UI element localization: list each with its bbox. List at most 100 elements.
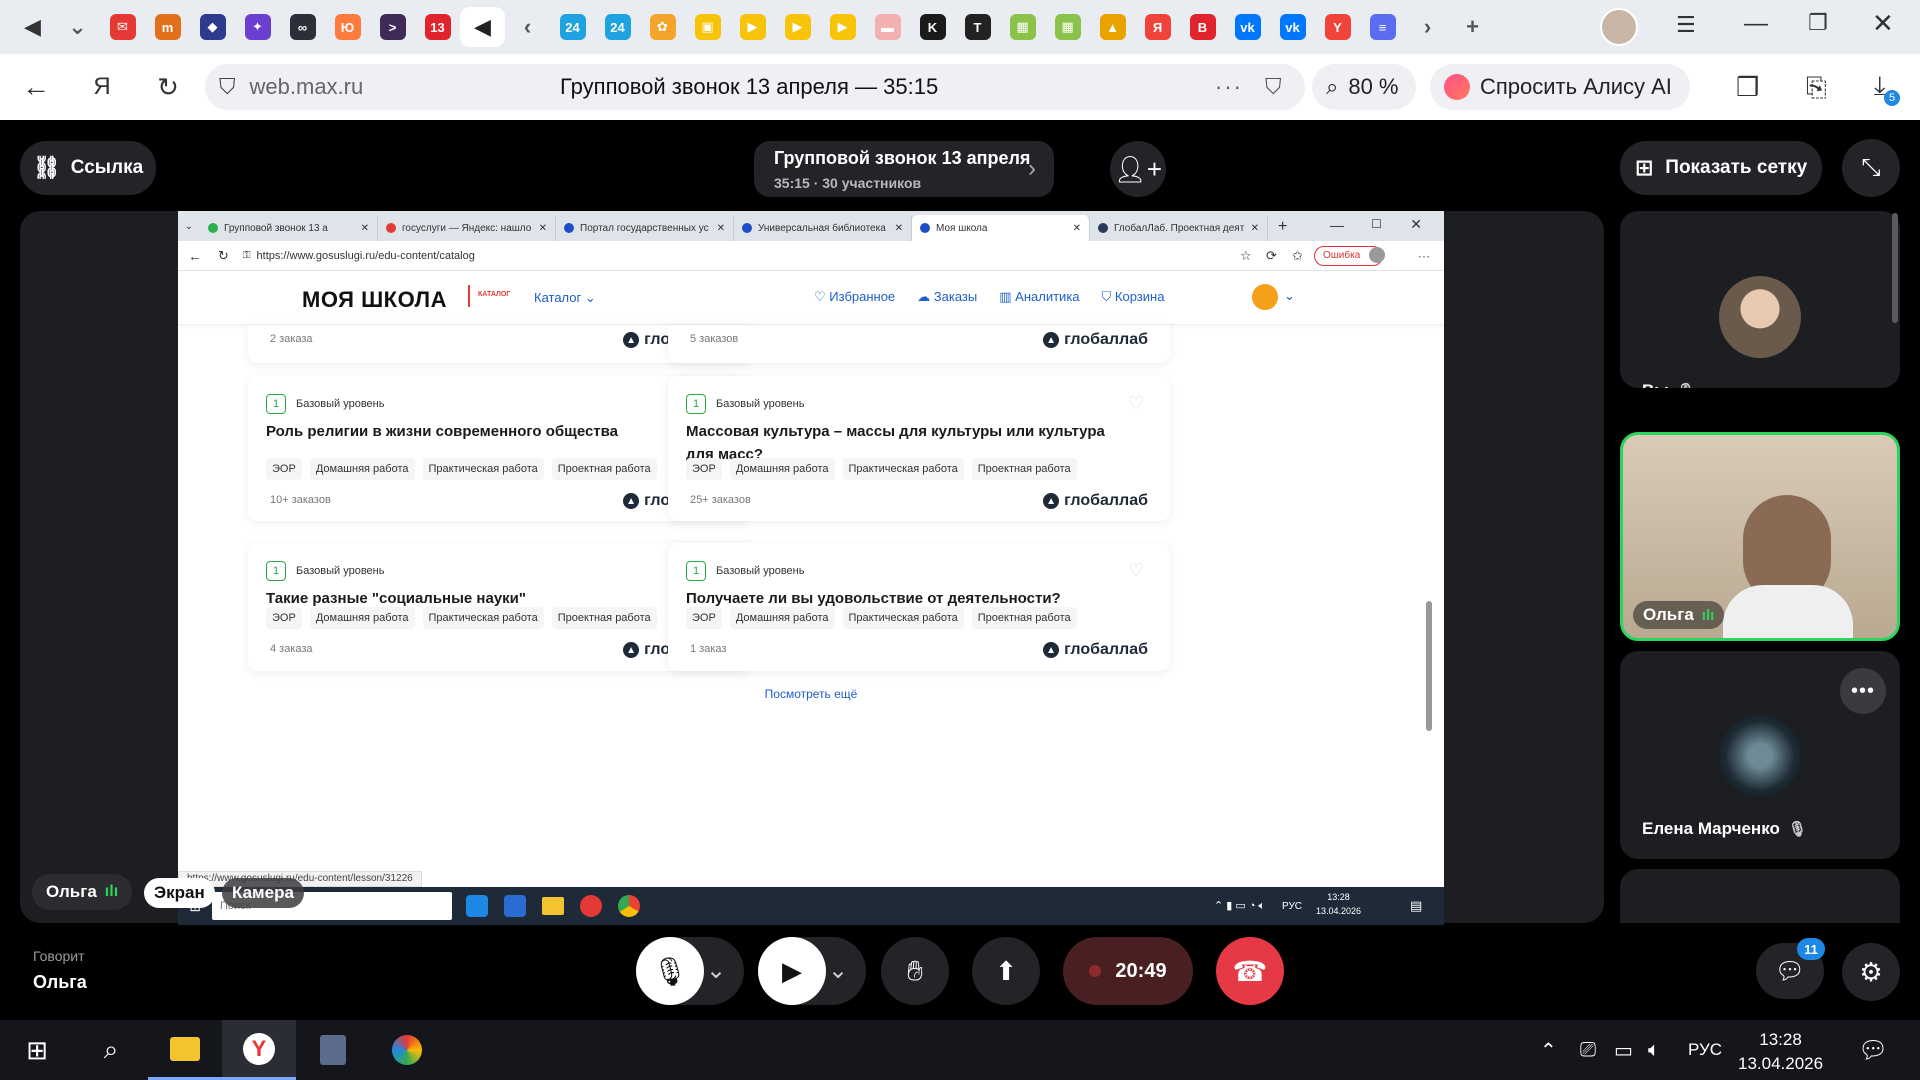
card-tag: Домашняя работа (309, 458, 415, 480)
windows-start-icon[interactable]: ⊞ (0, 1020, 74, 1080)
network-icon[interactable]: ▭ (1614, 1038, 1633, 1063)
browser-tab[interactable]: ∞ (280, 7, 325, 47)
browser-tab[interactable]: ⌄ (55, 7, 100, 47)
browser-tab[interactable]: ▦ (1000, 7, 1045, 47)
browser-tab[interactable]: ✿ (640, 7, 685, 47)
zoom-button[interactable]: ⌕ 80 % (1312, 64, 1416, 110)
recording-button[interactable]: 20:49 (1063, 937, 1193, 1005)
browser-tab[interactable]: 24 (550, 7, 595, 47)
browser-tab[interactable]: vk (1270, 7, 1315, 47)
more-options-icon[interactable]: ••• (1840, 668, 1886, 714)
browser-tab[interactable]: ▦ (1045, 7, 1090, 47)
screen-toggle[interactable]: Экран (144, 878, 215, 908)
camera-toggle[interactable]: Камера (222, 878, 304, 908)
os-time: 13:28 (1759, 1030, 1802, 1049)
brand-name: глобаллаб (1064, 331, 1148, 348)
yandex-browser-icon[interactable]: Y (222, 1020, 296, 1080)
call-info-button[interactable]: Групповой звонок 13 апреля 35:15 · 30 уч… (754, 141, 1054, 197)
browser-tab[interactable]: > (370, 7, 415, 47)
browser-tab[interactable]: ▲ (1090, 7, 1135, 47)
browser-tab[interactable]: 13 (415, 7, 460, 47)
show-grid-button[interactable]: ⊞ Показать сетку (1620, 141, 1822, 195)
browser-tab[interactable]: ▶ (730, 7, 775, 47)
os-language[interactable]: РУС (1688, 1040, 1722, 1060)
browser-tab[interactable]: 24 (595, 7, 640, 47)
translate-icon[interactable]: ⎘ (1806, 72, 1827, 104)
notifications-icon[interactable]: 💬︎ (1858, 1036, 1888, 1065)
end-call-button[interactable]: ☎︎ (1216, 937, 1284, 1005)
raise-hand-button[interactable]: ✋︎ (881, 937, 949, 1005)
alice-label: Спросить Алису AI (1480, 74, 1672, 99)
camera-toggle-button[interactable]: ▶︎ (758, 937, 826, 1005)
participant-tile-elena[interactable]: ••• Елена Марченко 🎙︎ (1620, 651, 1900, 859)
browser-tab[interactable]: + (1450, 7, 1495, 47)
browser-tab[interactable]: T (955, 7, 1000, 47)
add-participant-button[interactable]: 👤︎+ (1110, 141, 1166, 197)
yandex-home-icon[interactable]: Я (72, 57, 132, 117)
show-more-link: Посмотреть ещё (764, 687, 858, 701)
copy-link-button[interactable]: ⛓ Ссылка (20, 141, 156, 195)
speaking-icon: ılı (104, 883, 119, 900)
tabs-menu-icon[interactable]: ☰ (1676, 12, 1696, 38)
browser-tab[interactable]: ▶ (820, 7, 865, 47)
close-window-icon[interactable]: ✕ (1872, 8, 1894, 39)
os-clock[interactable]: 13:28 13.04.2026 (1738, 1028, 1823, 1076)
mic-off-icon: 🎙︎ (1787, 821, 1807, 838)
browser-tab[interactable]: K (910, 7, 955, 47)
browser-tab[interactable]: ‹ (505, 7, 550, 47)
browser-tab[interactable]: ◆ (190, 7, 235, 47)
browser-tab[interactable]: vk (1225, 7, 1270, 47)
browser-tab[interactable]: ≡ (1360, 7, 1405, 47)
browser-tab[interactable]: ◀ (460, 7, 505, 47)
exit-fullscreen-button[interactable]: ⤡ (1842, 139, 1900, 197)
chat-badge: 11 (1797, 938, 1825, 960)
participant-tile-you[interactable]: Вы 🎙︎ (1620, 211, 1900, 388)
browser-tab[interactable]: ▬ (865, 7, 910, 47)
participant-tile-more[interactable] (1620, 869, 1900, 923)
browser-tab[interactable]: › (1405, 7, 1450, 47)
restore-icon[interactable]: ❐ (1808, 10, 1828, 36)
link-icon: ⛓ (32, 155, 61, 180)
yandex-logo-icon: Y (243, 1032, 275, 1065)
settings-button[interactable]: ⚙ (1842, 943, 1900, 1001)
browser-tab[interactable]: ▶ (775, 7, 820, 47)
tray-devices-icon[interactable]: ⎚ (1580, 1039, 1596, 1062)
collections-icon[interactable]: ❒ (1736, 72, 1759, 103)
note-icon: ▣ (694, 14, 721, 40)
news-icon: 24 (559, 14, 586, 40)
share-screen-button[interactable]: ⬆ (972, 937, 1040, 1005)
browser-tab[interactable]: m (145, 7, 190, 47)
user-chevron-icon: ⌄ (1284, 288, 1295, 303)
back-icon[interactable]: ← (6, 57, 66, 117)
browser-tab[interactable]: ✦ (235, 7, 280, 47)
search-icon[interactable]: ⌕ (74, 1020, 148, 1080)
tab-close-icon: ✕ (716, 222, 725, 234)
browser-tab[interactable]: ✉ (100, 7, 145, 47)
browser-tab[interactable]: Y (1315, 7, 1360, 47)
browser-tab[interactable]: Я (1135, 7, 1180, 47)
url-field[interactable]: ⛉ web.max.ru Групповой звонок 13 апреля … (205, 64, 1305, 110)
participants-scrollbar[interactable] (1892, 213, 1898, 323)
globallab-logo-icon: ▲ (1043, 332, 1060, 348)
browser-tab[interactable]: В (1180, 7, 1225, 47)
collapse-icon: ⤡ (1861, 154, 1881, 181)
browser-tab[interactable]: ◀ (10, 7, 55, 47)
mic-options-chevron-icon[interactable]: ⌄ (706, 956, 726, 985)
tray-chevron-icon[interactable]: ⌃ (1540, 1038, 1557, 1063)
browser-tab[interactable]: Ю (325, 7, 370, 47)
more-icon[interactable]: ··· (1215, 74, 1243, 100)
browser-tab[interactable]: ▣ (685, 7, 730, 47)
paint-icon[interactable] (370, 1020, 444, 1080)
file-explorer-icon[interactable] (148, 1020, 222, 1080)
volume-icon[interactable]: 🔈︎ (1648, 1039, 1660, 1062)
participant-tile-olga[interactable]: Ольга ılı (1620, 432, 1900, 641)
camera-options-chevron-icon[interactable]: ⌄ (828, 956, 848, 985)
reload-icon[interactable]: ↻ (138, 57, 198, 117)
mic-toggle-button[interactable]: 🎙︎ (636, 937, 704, 1005)
alice-button[interactable]: Спросить Алису AI (1430, 64, 1690, 110)
calculator-icon[interactable] (296, 1020, 370, 1080)
bookmark-icon[interactable]: ⛉ (1265, 74, 1282, 100)
profile-avatar[interactable] (1600, 8, 1638, 46)
minimize-icon[interactable]: — (1744, 10, 1768, 38)
shared-back-icon: ← (188, 247, 202, 264)
